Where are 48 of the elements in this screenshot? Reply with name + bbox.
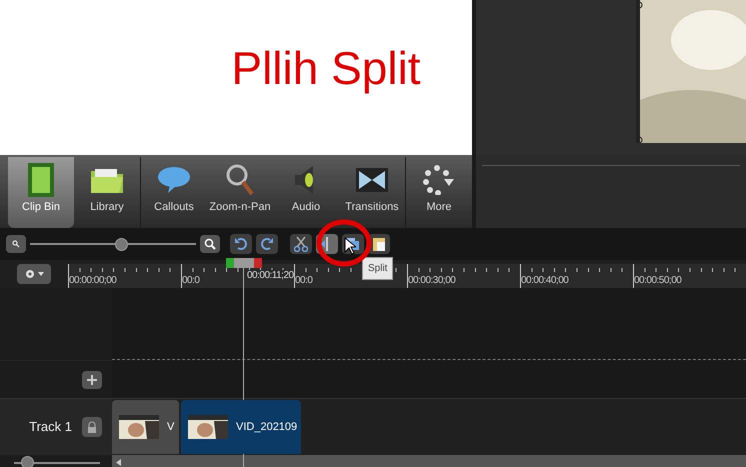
search-icon xyxy=(12,240,20,248)
speech-bubble-icon xyxy=(156,165,192,195)
film-icon xyxy=(26,162,56,198)
time-label: 00:00:00;00 xyxy=(69,274,116,288)
playhead-handle[interactable] xyxy=(226,258,262,268)
zoom-in-button[interactable] xyxy=(200,235,220,253)
zoom-slider[interactable] xyxy=(30,238,196,250)
video-clip[interactable]: V xyxy=(112,400,179,454)
caret-icon xyxy=(38,272,44,276)
time-label: 00:0 xyxy=(295,274,312,288)
time-label: 00:00:30;00 xyxy=(408,274,456,288)
horizontal-scrollbar[interactable] xyxy=(112,455,746,467)
tab[interactable]: Audio xyxy=(273,157,339,228)
tab[interactable]: Transitions xyxy=(339,157,405,228)
time-label: 00:00:50;00 xyxy=(634,274,682,288)
clip-name: V xyxy=(167,420,174,435)
time-label: 00:00:40;00 xyxy=(521,274,568,288)
scroll-left-icon xyxy=(116,459,121,466)
tab[interactable]: Clip Bin xyxy=(8,157,74,228)
cursor-icon xyxy=(344,237,356,255)
cut-button[interactable] xyxy=(290,234,312,254)
redo-button[interactable] xyxy=(256,234,278,254)
magnifier-icon xyxy=(225,163,255,197)
transition-icon xyxy=(355,167,389,193)
search-icon xyxy=(204,238,216,250)
track-name: Track 1 xyxy=(29,418,72,436)
more-dots-icon xyxy=(422,165,456,195)
tab[interactable]: Library xyxy=(74,157,140,228)
redo-icon xyxy=(260,237,274,251)
settings-button[interactable] xyxy=(17,264,51,284)
zoom-out-button[interactable] xyxy=(6,235,26,253)
video-clip[interactable]: VID_202109 xyxy=(181,400,301,454)
undo-button[interactable] xyxy=(230,234,252,254)
clip-name: VID_202109 xyxy=(236,420,298,435)
undo-icon xyxy=(234,237,248,251)
scissors-icon xyxy=(294,236,308,252)
clipboard-icon xyxy=(372,236,386,252)
time-label: 00:0 xyxy=(182,274,200,288)
playhead-time: 00:00:11;20 xyxy=(247,270,294,282)
split-tooltip: Split xyxy=(362,257,394,280)
settings-icon xyxy=(24,268,36,280)
tab[interactable]: Zoom-n-Pan xyxy=(207,157,273,228)
add-track-button[interactable] xyxy=(82,370,102,388)
lock-button[interactable] xyxy=(82,417,102,437)
lock-icon xyxy=(87,421,97,433)
tab[interactable]: Callouts xyxy=(141,157,207,228)
plus-icon xyxy=(87,374,97,384)
tab[interactable]: More xyxy=(406,157,472,228)
